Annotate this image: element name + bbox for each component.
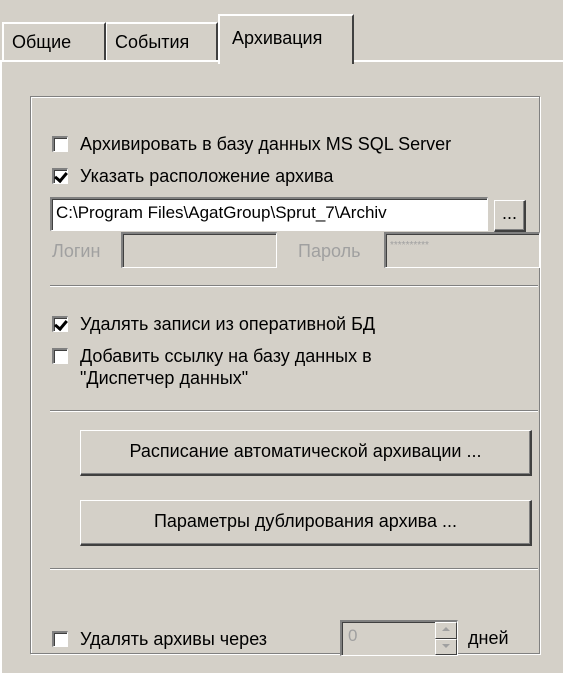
password-label: Пароль [298,241,361,261]
separator [50,568,538,570]
separator [50,410,538,412]
separator [50,285,538,287]
delete-archives-option[interactable]: Удалять архивы через [52,628,267,650]
spin-up-icon[interactable] [435,622,457,639]
spin-down-icon[interactable] [435,638,457,655]
tab-archiving[interactable]: Архивация [218,14,354,68]
tab-general[interactable]: Общие [2,22,106,60]
add-db-link-label-line1: Добавить ссылку на базу данных в [80,346,372,366]
delete-records-option[interactable]: Удалять записи из оперативной БД [52,313,375,335]
tab-strip: Общие События Архивация [0,0,563,68]
archive-location-option[interactable]: Указать расположение архива [52,165,333,187]
archive-schedule-button[interactable]: Расписание автоматической архивации ... [80,430,532,476]
archive-location-label: Указать расположение архива [80,166,334,186]
add-db-link-option[interactable]: Добавить ссылку на базу данных в "Диспет… [52,345,372,389]
delete-records-checkbox[interactable] [52,316,68,332]
login-label: Логин [52,241,101,261]
login-input[interactable] [121,232,277,268]
delete-archives-checkbox[interactable] [52,631,68,647]
password-input[interactable]: ********** [384,232,540,268]
mssql-archive-label: Архивировать в базу данных MS SQL Server [80,134,452,154]
days-unit-label: дней [468,628,509,648]
mssql-archive-checkbox[interactable] [52,136,68,152]
add-db-link-label-line2: "Диспетчер данных" [80,368,249,388]
archive-duplication-button[interactable]: Параметры дублирования архива ... [80,500,532,546]
mssql-archive-option[interactable]: Архивировать в базу данных MS SQL Server [52,133,451,155]
tab-events[interactable]: События [106,22,218,60]
archive-location-checkbox[interactable] [52,168,68,184]
add-db-link-checkbox[interactable] [52,348,68,364]
delete-records-label: Удалять записи из оперативной БД [80,314,376,334]
spinner-arrows[interactable] [435,622,457,655]
archive-path-input[interactable]: C:\Program Files\AgatGroup\Sprut_7\Archi… [50,197,488,231]
delete-archives-label: Удалять архивы через [80,629,268,649]
days-value: 0 [348,626,358,645]
browse-button[interactable]: ... [494,200,526,232]
days-spinner[interactable]: 0 [340,620,458,656]
add-db-link-label: Добавить ссылку на базу данных в "Диспет… [80,345,372,389]
